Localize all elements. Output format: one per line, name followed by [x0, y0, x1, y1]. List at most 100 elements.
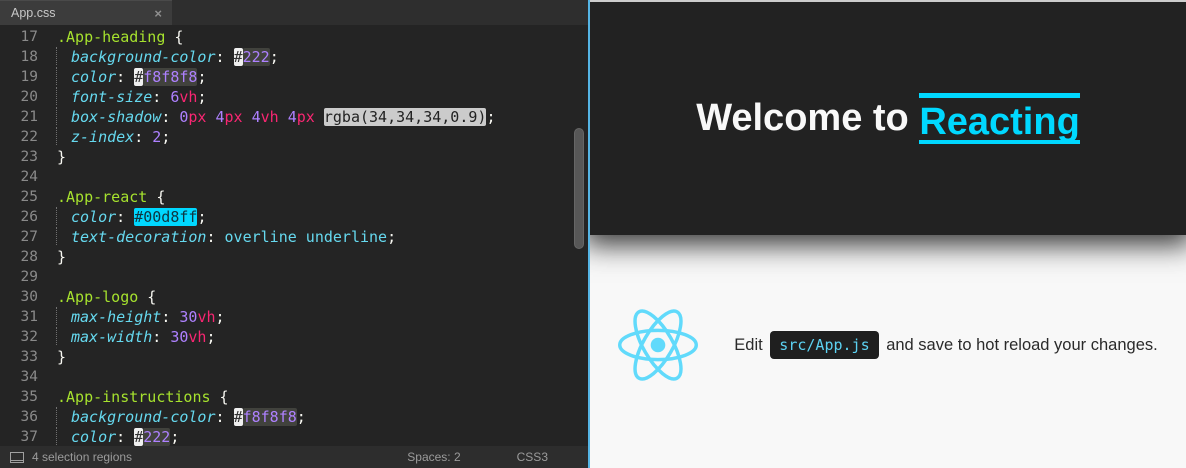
heading-highlight: Reacting: [919, 93, 1079, 144]
code-token-num: 2: [152, 128, 161, 146]
code-token-sel: .App-instructions: [57, 388, 211, 406]
code-line[interactable]: 18background-color: #222;: [0, 47, 588, 67]
code-line[interactable]: 30.App-logo {: [0, 287, 588, 307]
line-content: .App-react {: [38, 187, 165, 207]
line-number: 26: [0, 207, 38, 227]
code-line[interactable]: 32max-width: 30vh;: [0, 327, 588, 347]
code-line[interactable]: 23}: [0, 147, 588, 167]
line-content: [38, 367, 57, 387]
code-token-pln: :: [161, 108, 179, 126]
code-token-pln: ;: [206, 328, 215, 346]
code-line[interactable]: 24: [0, 167, 588, 187]
line-number: 20: [0, 87, 38, 107]
line-content: color: #f8f8f8;: [38, 67, 206, 87]
code-token-pln: }: [57, 148, 66, 166]
line-content: max-width: 30vh;: [38, 327, 216, 347]
code-token-pln: [279, 108, 288, 126]
scrollbar-thumb[interactable]: [574, 128, 584, 249]
code-line[interactable]: 33}: [0, 347, 588, 367]
code-token-hash: #: [134, 428, 143, 446]
code-token-prop: text-decoration: [71, 228, 206, 246]
line-content: box-shadow: 0px 4px 4vh 4px rgba(34,34,3…: [38, 107, 495, 127]
indent-guide: [56, 47, 71, 65]
tab-bar: App.css ×: [0, 0, 588, 25]
line-number: 37: [0, 427, 38, 446]
code-token-pln: [243, 108, 252, 126]
code-token-sel: .App-react: [57, 188, 147, 206]
code-token-pln: ;: [170, 428, 179, 446]
code-token-pln: ;: [197, 208, 206, 226]
code-line[interactable]: 34: [0, 367, 588, 387]
code-line[interactable]: 31max-height: 30vh;: [0, 307, 588, 327]
line-content: .App-logo {: [38, 287, 156, 307]
line-number: 18: [0, 47, 38, 67]
code-chip: src/App.js: [770, 331, 878, 359]
code-token-unit: vh: [179, 88, 197, 106]
code-token-pln: }: [57, 248, 66, 266]
code-token-num: 30: [170, 328, 188, 346]
line-content: background-color: #f8f8f8;: [38, 407, 306, 427]
tab-title: App.css: [11, 6, 55, 20]
line-number: 24: [0, 167, 38, 187]
code-line[interactable]: 37color: #222;: [0, 427, 588, 446]
line-number: 36: [0, 407, 38, 427]
code-token-prop: background-color: [71, 408, 216, 426]
status-indent[interactable]: Spaces: 2: [407, 450, 460, 464]
editor-pane: App.css × 17.App-heading {18background-c…: [0, 0, 588, 468]
app-heading: Welcome to Reacting: [590, 2, 1186, 235]
code-token-hash: #: [234, 408, 243, 426]
line-content: .App-instructions {: [38, 387, 229, 407]
line-number: 27: [0, 227, 38, 247]
browser-preview-pane: Welcome to Reacting Edit src/App.js and …: [590, 0, 1186, 468]
code-token-pln: :: [116, 68, 134, 86]
code-editor[interactable]: 17.App-heading {18background-color: #222…: [0, 25, 588, 446]
code-line[interactable]: 35.App-instructions {: [0, 387, 588, 407]
code-line[interactable]: 22z-index: 2;: [0, 127, 588, 147]
line-number: 34: [0, 367, 38, 387]
line-content: font-size: 6vh;: [38, 87, 206, 107]
code-token-pln: [206, 108, 215, 126]
status-syntax[interactable]: CSS3: [517, 450, 548, 464]
code-line[interactable]: 28}: [0, 247, 588, 267]
code-token-unit: vh: [261, 108, 279, 126]
code-token-pln: :: [161, 308, 179, 326]
code-token-prop: box-shadow: [71, 108, 161, 126]
code-line[interactable]: 17.App-heading {: [0, 27, 588, 47]
code-line[interactable]: 26color: #00d8ff;: [0, 207, 588, 227]
code-line[interactable]: 20font-size: 6vh;: [0, 87, 588, 107]
code-line[interactable]: 27text-decoration: overline underline;: [0, 227, 588, 247]
app-instructions: Edit src/App.js and save to hot reload y…: [734, 336, 1157, 355]
tab-app-css[interactable]: App.css ×: [0, 0, 172, 25]
code-token-prop: z-index: [71, 128, 134, 146]
close-icon[interactable]: ×: [154, 7, 162, 20]
indent-guide: [56, 407, 71, 425]
line-number: 31: [0, 307, 38, 327]
line-content: text-decoration: overline underline;: [38, 227, 396, 247]
code-token-pln: :: [152, 328, 170, 346]
code-token-pln: :: [216, 408, 234, 426]
line-content: max-height: 30vh;: [38, 307, 225, 327]
code-line[interactable]: 19color: #f8f8f8;: [0, 67, 588, 87]
code-token-prop: max-width: [71, 328, 152, 346]
app-body: Edit src/App.js and save to hot reload y…: [590, 309, 1186, 381]
code-token-pln: :: [116, 208, 134, 226]
code-line[interactable]: 36background-color: #f8f8f8;: [0, 407, 588, 427]
line-number: 17: [0, 27, 38, 47]
code-lines: 17.App-heading {18background-color: #222…: [0, 27, 588, 446]
code-token-pln: {: [147, 188, 165, 206]
code-token-unit: px: [297, 108, 315, 126]
react-logo-icon: [618, 309, 698, 381]
indent-guide: [56, 227, 71, 245]
code-token-pln: }: [57, 348, 66, 366]
code-token-pln: :: [216, 48, 234, 66]
code-token-pln: ;: [197, 68, 206, 86]
code-line[interactable]: 29: [0, 267, 588, 287]
line-content: .App-heading {: [38, 27, 183, 47]
line-content: z-index: 2;: [38, 127, 170, 147]
code-line[interactable]: 25.App-react {: [0, 187, 588, 207]
code-token-pln: :: [206, 228, 224, 246]
code-line[interactable]: 21box-shadow: 0px 4px 4vh 4px rgba(34,34…: [0, 107, 588, 127]
code-token-pln: ;: [270, 48, 279, 66]
indent-guide: [56, 67, 71, 85]
line-number: 25: [0, 187, 38, 207]
